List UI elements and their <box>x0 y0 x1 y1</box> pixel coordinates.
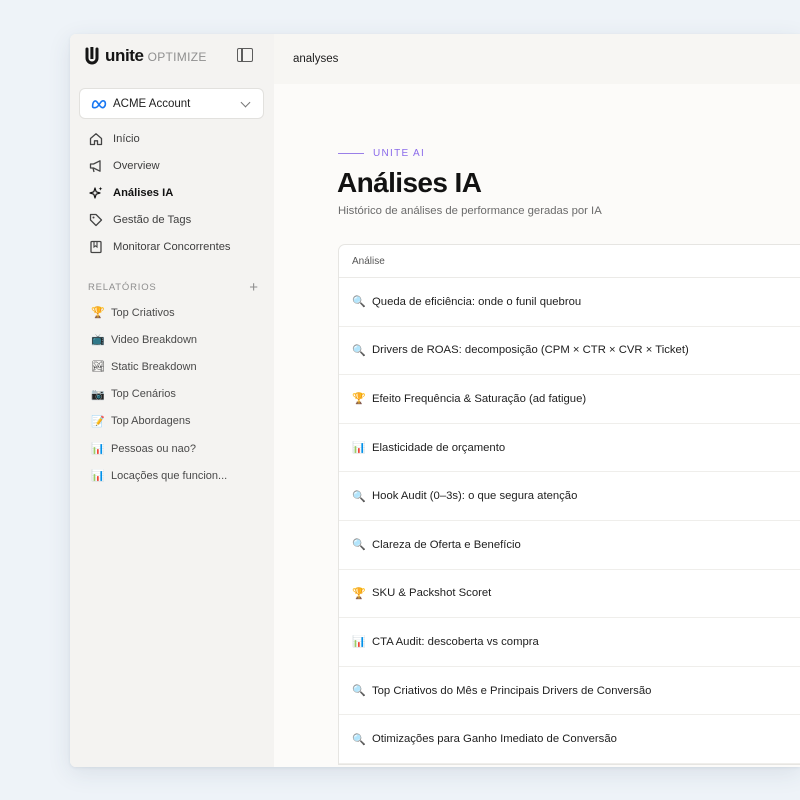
report-item[interactable]: 📊 Locações que funcion... <box>70 462 274 489</box>
table-row[interactable]: 🔍 Otimizações para Ganho Imediato de Con… <box>339 715 800 764</box>
nav-item-gestao-de-tags[interactable]: Gestão de Tags <box>70 206 274 233</box>
row-title: Otimizações para Ganho Imediato de Conve… <box>372 733 617 746</box>
main-content: analyses UNITE AI Análises IA Histórico … <box>274 34 800 767</box>
column-header-analise: Análise <box>352 255 385 267</box>
eyebrow-text: UNITE AI <box>373 148 426 159</box>
report-item[interactable]: 🏆 Top Criativos <box>70 299 274 326</box>
landscape-icon: 🏞 <box>91 361 105 374</box>
camera-icon: 📷 <box>91 388 105 401</box>
brand-name: unite <box>105 46 144 65</box>
report-item-label: Video Breakdown <box>111 333 198 346</box>
report-item[interactable]: 📊 Pessoas ou nao? <box>70 435 274 462</box>
nav-item-label: Início <box>113 132 140 145</box>
bar-chart-icon: 📊 <box>352 442 366 455</box>
report-item-label: Pessoas ou nao? <box>111 442 197 455</box>
report-item-label: Top Abordagens <box>111 415 191 428</box>
sparkles-icon <box>89 186 103 199</box>
nav-item-monitorar-concorrentes[interactable]: Monitorar Concorrentes <box>70 233 274 260</box>
table-row[interactable]: 🔍 Hook Audit (0–3s): o que segura atençã… <box>339 472 800 521</box>
table-row[interactable]: 🔍 Top Criativos do Mês e Principais Driv… <box>339 667 800 716</box>
magnifier-icon: 🔍 <box>352 685 366 698</box>
brand-subtitle: OPTIMIZE <box>147 50 207 64</box>
bar-chart-icon: 📊 <box>91 443 105 456</box>
tag-icon <box>89 213 103 226</box>
report-item-label: Top Cenários <box>111 388 176 401</box>
tv-icon: 📺 <box>91 334 105 347</box>
reports-section-header: RELATÓRIOS + <box>88 280 258 295</box>
eyebrow: UNITE AI <box>338 148 425 159</box>
eyebrow-line <box>338 153 364 154</box>
account-name: ACME Account <box>113 97 191 110</box>
row-title: Clareza de Oferta e Benefício <box>372 538 521 551</box>
reports-list: 🏆 Top Criativos 📺 Video Breakdown 🏞 Stat… <box>70 299 274 489</box>
memo-icon: 📝 <box>91 415 105 428</box>
unite-logo-icon <box>85 47 99 65</box>
trophy-icon: 🏆 <box>91 307 105 320</box>
row-title: Efeito Frequência & Saturação (ad fatigu… <box>372 392 587 405</box>
table-row[interactable]: 🔍 Clareza de Oferta e Benefício <box>339 521 800 570</box>
nav-item-overview[interactable]: Overview <box>70 152 274 179</box>
nav-item-inicio[interactable]: Início <box>70 125 274 152</box>
home-icon <box>89 132 103 145</box>
report-item-label: Static Breakdown <box>111 360 197 373</box>
row-title: Queda de eficiência: onde o funil quebro… <box>372 295 582 308</box>
meta-icon <box>91 99 107 109</box>
app-window: unite OPTIMIZE ACME Account Início Overv… <box>70 34 800 767</box>
report-item[interactable]: 🏞 Static Breakdown <box>70 353 274 380</box>
nav-item-label: Overview <box>113 159 160 172</box>
brand-logo[interactable]: unite OPTIMIZE <box>84 46 207 66</box>
table-header: Análise <box>339 245 800 278</box>
page-subtitle: Histórico de análises de performance ger… <box>338 205 602 217</box>
trophy-icon: 🏆 <box>352 393 366 406</box>
page-title: Análises IA <box>337 167 482 198</box>
report-item-label: Top Criativos <box>111 306 175 319</box>
report-item[interactable]: 📝 Top Abordagens <box>70 408 274 435</box>
table-row[interactable]: 🏆 Efeito Frequência & Saturação (ad fati… <box>339 375 800 424</box>
magnifier-icon: 🔍 <box>352 296 366 309</box>
breadcrumb: analyses <box>293 53 339 65</box>
bar-chart-icon: 📊 <box>352 636 366 649</box>
reports-section-title: RELATÓRIOS <box>88 282 157 293</box>
table-row[interactable]: 🔍 Drivers de ROAS: decomposição (CPM × C… <box>339 327 800 376</box>
row-title: Elasticidade de orçamento <box>372 441 506 454</box>
report-item[interactable]: 📷 Top Cenários <box>70 381 274 408</box>
megaphone-icon <box>89 159 101 172</box>
nav-item-analises-ia[interactable]: Análises IA <box>70 179 274 206</box>
bar-chart-icon: 📊 <box>91 470 105 483</box>
main-nav: Início Overview Análises IA Gestão de Ta… <box>70 125 274 260</box>
nav-item-label: Monitorar Concorrentes <box>113 240 231 253</box>
report-item[interactable]: 📺 Video Breakdown <box>70 326 274 353</box>
table-row[interactable]: 🔍 Queda de eficiência: onde o funil queb… <box>339 278 800 327</box>
sidebar: unite OPTIMIZE ACME Account Início Overv… <box>70 34 274 767</box>
magnifier-icon: 🔍 <box>352 539 366 552</box>
row-title: Top Criativos do Mês e Principais Driver… <box>372 684 652 697</box>
trophy-icon: 🏆 <box>352 587 366 600</box>
topbar: analyses <box>274 34 800 84</box>
account-selector[interactable]: ACME Account <box>79 88 264 119</box>
row-title: Hook Audit (0–3s): o que segura atenção <box>372 490 578 503</box>
chevron-down-icon <box>240 97 251 108</box>
report-item-label: Locações que funcion... <box>111 469 228 482</box>
table-row[interactable]: 📊 CTA Audit: descoberta vs compra <box>339 618 800 667</box>
nav-item-label: Gestão de Tags <box>113 213 192 226</box>
magnifier-icon: 🔍 <box>352 490 366 503</box>
row-title: SKU & Packshot Scoret <box>372 587 492 600</box>
nav-item-label: Análises IA <box>113 186 174 199</box>
row-title: CTA Audit: descoberta vs compra <box>372 635 539 648</box>
row-title: Drivers de ROAS: decomposição (CPM × CTR… <box>372 344 689 357</box>
add-report-button[interactable]: + <box>249 280 258 295</box>
book-icon <box>90 240 102 253</box>
sidebar-toggle-icon[interactable] <box>237 48 253 62</box>
magnifier-icon: 🔍 <box>352 733 366 746</box>
analyses-table: Análise 🔍 Queda de eficiência: onde o fu… <box>338 244 800 765</box>
table-row[interactable]: 📊 Elasticidade de orçamento <box>339 424 800 473</box>
magnifier-icon: 🔍 <box>352 344 366 357</box>
table-row[interactable]: 🏆 SKU & Packshot Scoret <box>339 570 800 619</box>
